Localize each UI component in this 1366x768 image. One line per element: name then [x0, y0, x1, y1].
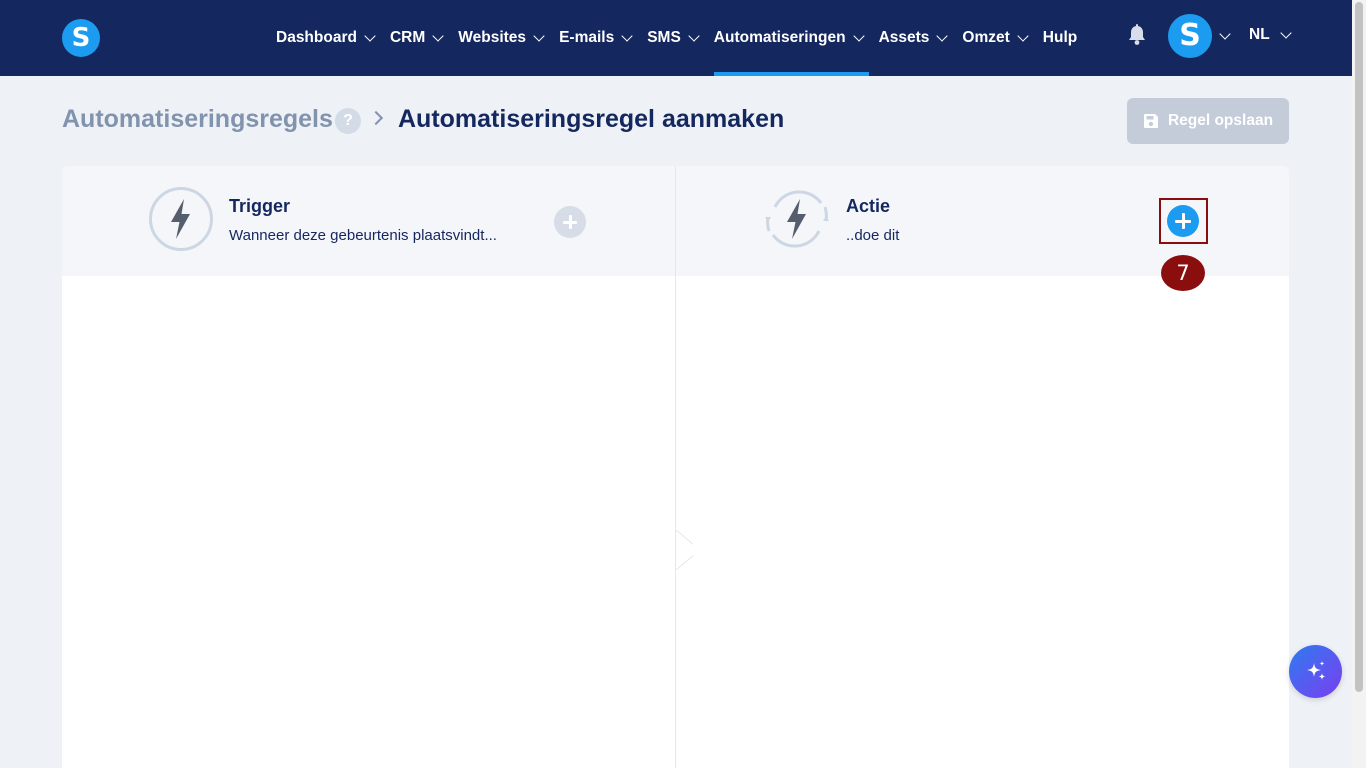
chevron-down-icon — [852, 30, 865, 42]
user-avatar[interactable]: S — [1168, 14, 1212, 58]
nav-item-hulp[interactable]: Hulp — [1043, 0, 1077, 76]
chevron-down-icon[interactable] — [1219, 28, 1231, 40]
action-subtitle: ..doe dit — [846, 227, 900, 244]
sparkle-icon — [1306, 660, 1325, 680]
nav-item-websites[interactable]: Websites — [458, 0, 545, 76]
automation-rule-editor: Trigger Wanneer deze gebeurtenis plaatsv… — [62, 166, 1289, 768]
nav-item-emails[interactable]: E-mails — [559, 0, 633, 76]
nav-item-dashboard[interactable]: Dashboard — [276, 0, 376, 76]
breadcrumb-root-link[interactable]: Automatiseringsregels — [62, 105, 333, 134]
language-selector[interactable]: NL — [1249, 0, 1292, 70]
chevron-down-icon — [688, 30, 700, 42]
add-trigger-button[interactable] — [554, 206, 586, 238]
trigger-title: Trigger — [229, 196, 291, 216]
bell-icon[interactable] — [1127, 24, 1147, 46]
nav-item-crm[interactable]: CRM — [390, 0, 444, 76]
chevron-down-icon — [621, 30, 633, 42]
chevron-right-icon — [368, 110, 384, 126]
chevron-down-icon — [936, 30, 949, 42]
page-title: Automatiseringsregel aanmaken — [398, 105, 785, 133]
chevron-down-icon — [1280, 27, 1292, 39]
chevron-down-icon — [432, 30, 444, 42]
add-action-button[interactable] — [1167, 205, 1199, 237]
save-rule-button[interactable]: Regel opslaan — [1127, 98, 1289, 144]
lightning-cycle-icon — [765, 190, 829, 248]
lightning-icon — [149, 187, 213, 251]
action-title: Actie — [846, 196, 891, 216]
help-icon[interactable]: ? — [335, 108, 361, 134]
trigger-subtitle: Wanneer deze gebeurtenis plaatsvindt... — [229, 227, 497, 244]
scrollbar-thumb[interactable] — [1355, 2, 1363, 692]
step-marker-badge: 7 — [1161, 255, 1205, 291]
chevron-down-icon — [1017, 30, 1029, 42]
column-divider — [675, 166, 676, 768]
app-logo[interactable]: S — [62, 19, 100, 57]
top-navigation: S Dashboard CRM Websites E-mails SMS Aut… — [0, 0, 1352, 76]
nav-item-automatiseringen[interactable]: Automatiseringen — [713, 0, 869, 76]
nav-item-assets[interactable]: Assets — [879, 0, 949, 76]
ai-assistant-button[interactable] — [1289, 645, 1342, 698]
nav-item-sms[interactable]: SMS — [647, 0, 700, 76]
nav-item-omzet[interactable]: Omzet — [962, 0, 1029, 76]
flow-arrow-icon — [675, 530, 693, 570]
page-scrollbar[interactable] — [1352, 0, 1366, 768]
nav-menu: Dashboard CRM Websites E-mails SMS Autom… — [276, 0, 1093, 76]
save-icon — [1143, 114, 1158, 128]
chevron-down-icon — [364, 30, 376, 42]
chevron-down-icon — [533, 30, 545, 42]
